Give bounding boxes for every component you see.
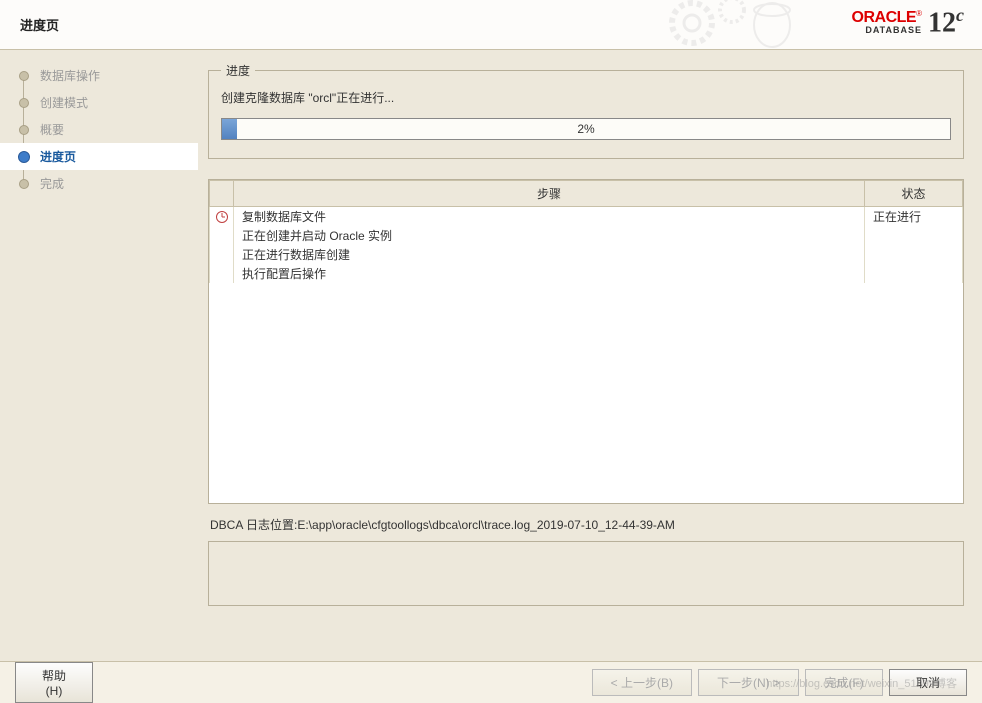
footer: 帮助(H) < 上一步(B) 下一步(N) > 完成(F) 取消 — [0, 661, 982, 703]
step-icon-cell — [210, 226, 234, 245]
header: 进度页 ORACLE® DATABASE 12c — [0, 0, 982, 50]
step-status — [865, 245, 963, 264]
progress-percent: 2% — [577, 122, 594, 136]
brand-subtitle: DATABASE — [852, 25, 922, 35]
finish-button: 完成(F) — [805, 669, 883, 696]
nav-item-finish: 完成 — [0, 170, 198, 197]
help-button[interactable]: 帮助(H) — [15, 662, 93, 703]
step-name: 执行配置后操作 — [234, 264, 865, 283]
step-icon-cell — [210, 264, 234, 283]
cancel-button[interactable]: 取消 — [889, 669, 967, 696]
progress-bar-fill — [222, 119, 237, 139]
col-step: 步骤 — [234, 181, 865, 207]
step-status — [865, 226, 963, 245]
version-text: 12c — [928, 5, 964, 39]
table-row: 执行配置后操作 — [210, 264, 963, 283]
content-area: 进度 创建克隆数据库 "orcl"正在进行... 2% 步骤 状态 — [198, 50, 982, 661]
back-button: < 上一步(B) — [592, 669, 692, 696]
step-icon-cell — [210, 207, 234, 227]
step-name: 正在进行数据库创建 — [234, 245, 865, 264]
clock-icon — [216, 211, 228, 223]
nav-item-db-operation: 数据库操作 — [0, 62, 198, 89]
nav-item-summary: 概要 — [0, 116, 198, 143]
main-container: 数据库操作 创建模式 概要 进度页 完成 进度 创建克隆数据库 "orcl"正在… — [0, 50, 982, 661]
progress-message: 创建克隆数据库 "orcl"正在进行... — [221, 89, 951, 106]
progress-section: 进度 创建克隆数据库 "orcl"正在进行... 2% — [208, 62, 964, 159]
nav-item-progress: 进度页 — [0, 143, 198, 170]
sidebar: 数据库操作 创建模式 概要 进度页 完成 — [0, 50, 198, 661]
steps-table: 步骤 状态 复制数据库文件 正在进行 正在创建并启动 Oracle 实例 — [208, 179, 964, 504]
brand-text: ORACLE — [852, 9, 917, 26]
col-icon — [210, 181, 234, 207]
table-row: 复制数据库文件 正在进行 — [210, 207, 963, 227]
col-status: 状态 — [865, 181, 963, 207]
progress-bar: 2% — [221, 118, 951, 140]
table-row: 正在创建并启动 Oracle 实例 — [210, 226, 963, 245]
step-name: 正在创建并启动 Oracle 实例 — [234, 226, 865, 245]
log-path-label: DBCA 日志位置:E:\app\oracle\cfgtoollogs\dbca… — [210, 516, 964, 533]
step-icon-cell — [210, 245, 234, 264]
gear-decoration — [662, 0, 812, 53]
nav-item-create-mode: 创建模式 — [0, 89, 198, 116]
oracle-logo: ORACLE® DATABASE 12c — [852, 5, 964, 39]
details-box — [208, 541, 964, 606]
next-button: 下一步(N) > — [698, 669, 799, 696]
step-status: 正在进行 — [865, 207, 963, 227]
nav-list: 数据库操作 创建模式 概要 进度页 完成 — [0, 62, 198, 197]
progress-legend: 进度 — [221, 62, 255, 79]
table-row: 正在进行数据库创建 — [210, 245, 963, 264]
step-status — [865, 264, 963, 283]
step-name: 复制数据库文件 — [234, 207, 865, 227]
page-title: 进度页 — [20, 15, 59, 34]
